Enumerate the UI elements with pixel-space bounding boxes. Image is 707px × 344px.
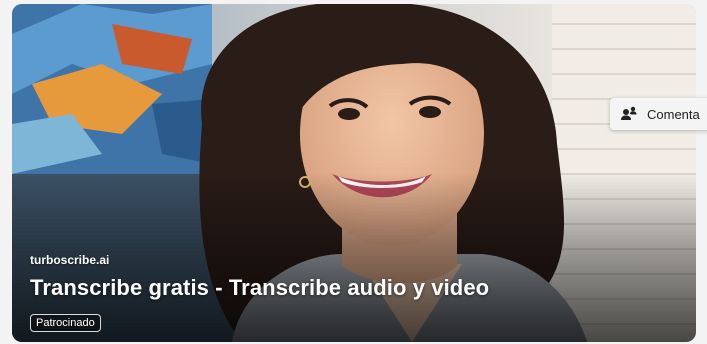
comment-people-icon xyxy=(621,106,637,120)
comment-button-label: Comenta xyxy=(647,106,700,122)
sponsored-ad-card[interactable]: turboscribe.ai Transcribe gratis - Trans… xyxy=(12,4,696,342)
ad-text-block: turboscribe.ai Transcribe gratis - Trans… xyxy=(30,253,489,332)
sponsored-badge: Patrocinado xyxy=(30,314,101,332)
comment-button[interactable]: Comenta xyxy=(610,98,707,130)
page: turboscribe.ai Transcribe gratis - Trans… xyxy=(0,0,707,344)
ad-title[interactable]: Transcribe gratis - Transcribe audio y v… xyxy=(30,275,489,301)
ad-source[interactable]: turboscribe.ai xyxy=(30,253,489,267)
